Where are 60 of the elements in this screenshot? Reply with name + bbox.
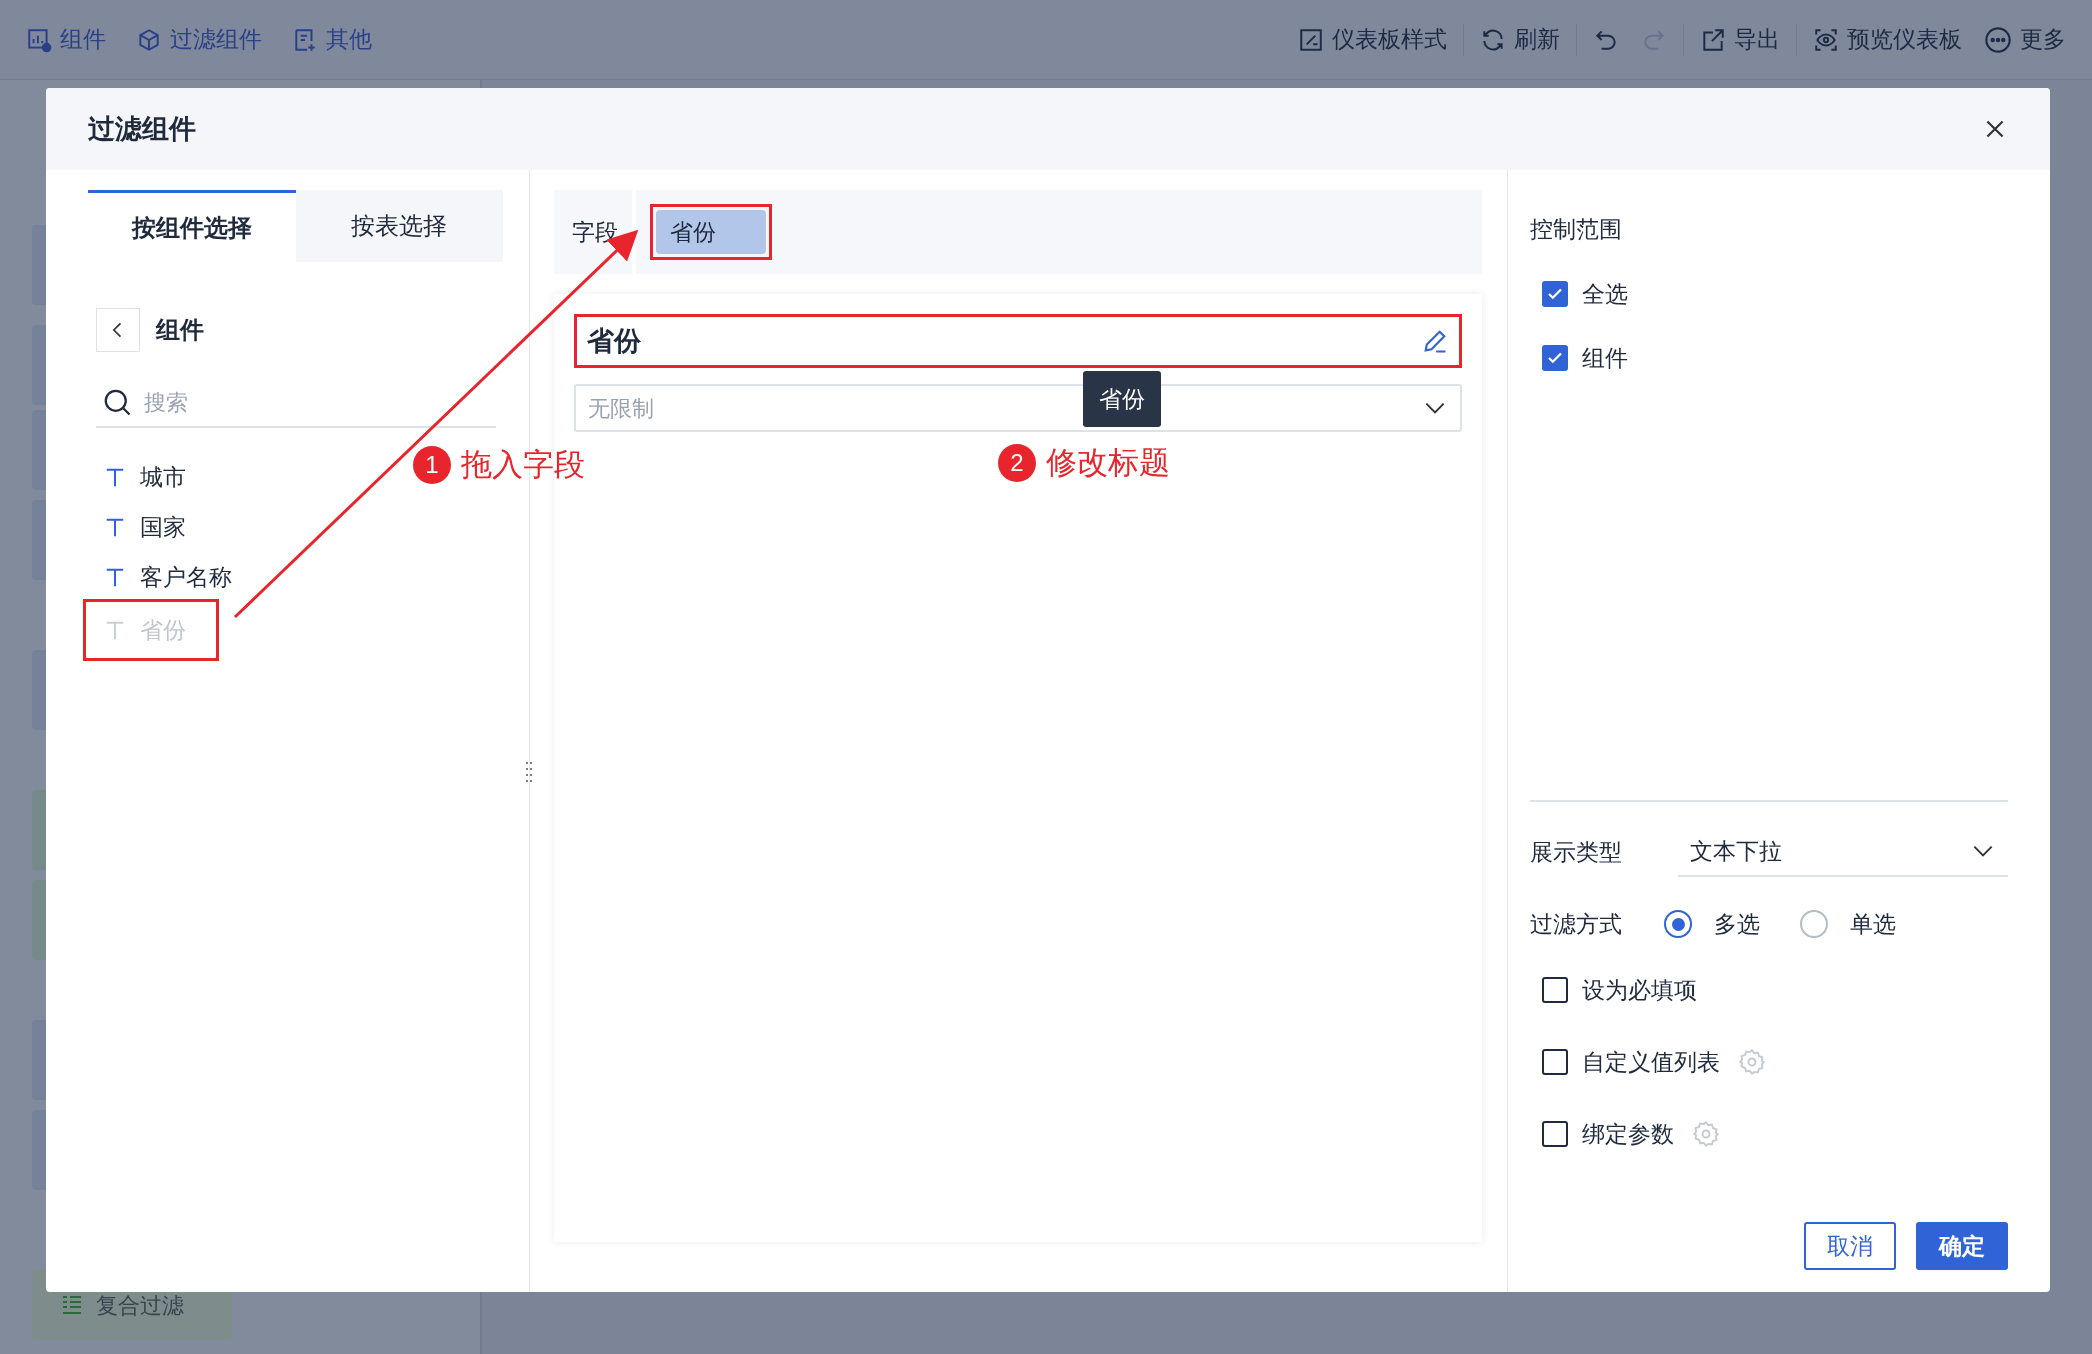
filter-title[interactable]: 省份 bbox=[574, 314, 1462, 368]
radio-label: 多选 bbox=[1714, 909, 1760, 939]
search-icon bbox=[102, 387, 132, 417]
checkbox-label: 设为必填项 bbox=[1582, 975, 1697, 1005]
checkbox-label: 绑定参数 bbox=[1582, 1119, 1674, 1149]
toolbar-button[interactable]: 组件 bbox=[26, 22, 106, 57]
checkbox[interactable] bbox=[1542, 1049, 1568, 1075]
cancel-button[interactable]: 取消 bbox=[1804, 1222, 1896, 1270]
toolbar-button[interactable]: 其他 bbox=[292, 22, 372, 57]
field-item[interactable]: 客户名称 bbox=[100, 552, 262, 602]
edit-icon[interactable] bbox=[1421, 327, 1449, 355]
text-type-icon bbox=[104, 516, 126, 538]
toolbar-button[interactable]: 仪表板样式 bbox=[1298, 22, 1447, 57]
more-icon bbox=[1984, 25, 2012, 54]
radio-button[interactable] bbox=[1664, 910, 1692, 938]
refresh-icon bbox=[1480, 26, 1506, 53]
toolbar-button[interactable]: 更多 bbox=[1984, 22, 2066, 57]
text-type-icon bbox=[104, 466, 126, 488]
dialog-title: 过滤组件 bbox=[88, 112, 196, 146]
field-item[interactable]: 国家 bbox=[100, 502, 216, 552]
field-chip[interactable]: 省份 bbox=[656, 210, 766, 254]
placeholder-text: 无限制 bbox=[588, 394, 654, 423]
list-icon bbox=[60, 1293, 84, 1317]
title-text: 省份 bbox=[587, 324, 641, 358]
cube-icon bbox=[136, 26, 162, 53]
checkbox[interactable] bbox=[1542, 1121, 1568, 1147]
toolbar-button[interactable]: 刷新 bbox=[1480, 22, 1560, 57]
checkbox[interactable] bbox=[1542, 280, 1568, 307]
radio-button[interactable] bbox=[1800, 910, 1828, 938]
checkbox-label: 全选 bbox=[1582, 279, 1628, 309]
search-input[interactable]: 搜索 bbox=[144, 385, 464, 419]
checkbox[interactable] bbox=[1542, 977, 1568, 1003]
tooltip: 省份 bbox=[1083, 371, 1161, 427]
toolbar-button[interactable]: 导出 bbox=[1700, 22, 1780, 57]
tab[interactable]: 按表选择 bbox=[295, 190, 503, 262]
select-field[interactable]: 文本下拉 bbox=[1678, 827, 2008, 877]
field-label: 展示类型 bbox=[1530, 837, 1623, 867]
radio-label: 单选 bbox=[1850, 909, 1896, 939]
chart-add-icon bbox=[26, 26, 52, 53]
drag-handle-icon[interactable] bbox=[525, 760, 533, 784]
group-title: 组件 bbox=[156, 315, 204, 345]
confirm-button[interactable]: 确定 bbox=[1916, 1222, 2008, 1270]
toolbar-button[interactable]: 过滤组件 bbox=[136, 22, 262, 57]
select-value: 文本下拉 bbox=[1690, 836, 1782, 866]
export-icon bbox=[1700, 26, 1726, 53]
checkbox[interactable] bbox=[1542, 345, 1568, 372]
section-title: 控制范围 bbox=[1530, 215, 1623, 244]
field-item[interactable]: 城市 bbox=[100, 452, 216, 502]
document-add-icon bbox=[292, 26, 318, 53]
eye-icon bbox=[1813, 26, 1839, 53]
text-type-icon bbox=[104, 566, 126, 588]
toolbar-button[interactable]: 预览仪表板 bbox=[1813, 22, 1962, 57]
palette-frame-icon bbox=[1298, 26, 1324, 53]
annotation-text: 拖入字段 bbox=[461, 446, 585, 484]
checkbox-label: 组件 bbox=[1582, 344, 1628, 373]
search-field[interactable]: 搜索 bbox=[96, 378, 496, 428]
annotation-text: 修改标题 bbox=[1046, 444, 1170, 482]
field-label: 过滤方式 bbox=[1530, 909, 1623, 939]
checkbox-label: 自定义值列表 bbox=[1582, 1047, 1720, 1077]
text-type-icon bbox=[104, 619, 126, 641]
